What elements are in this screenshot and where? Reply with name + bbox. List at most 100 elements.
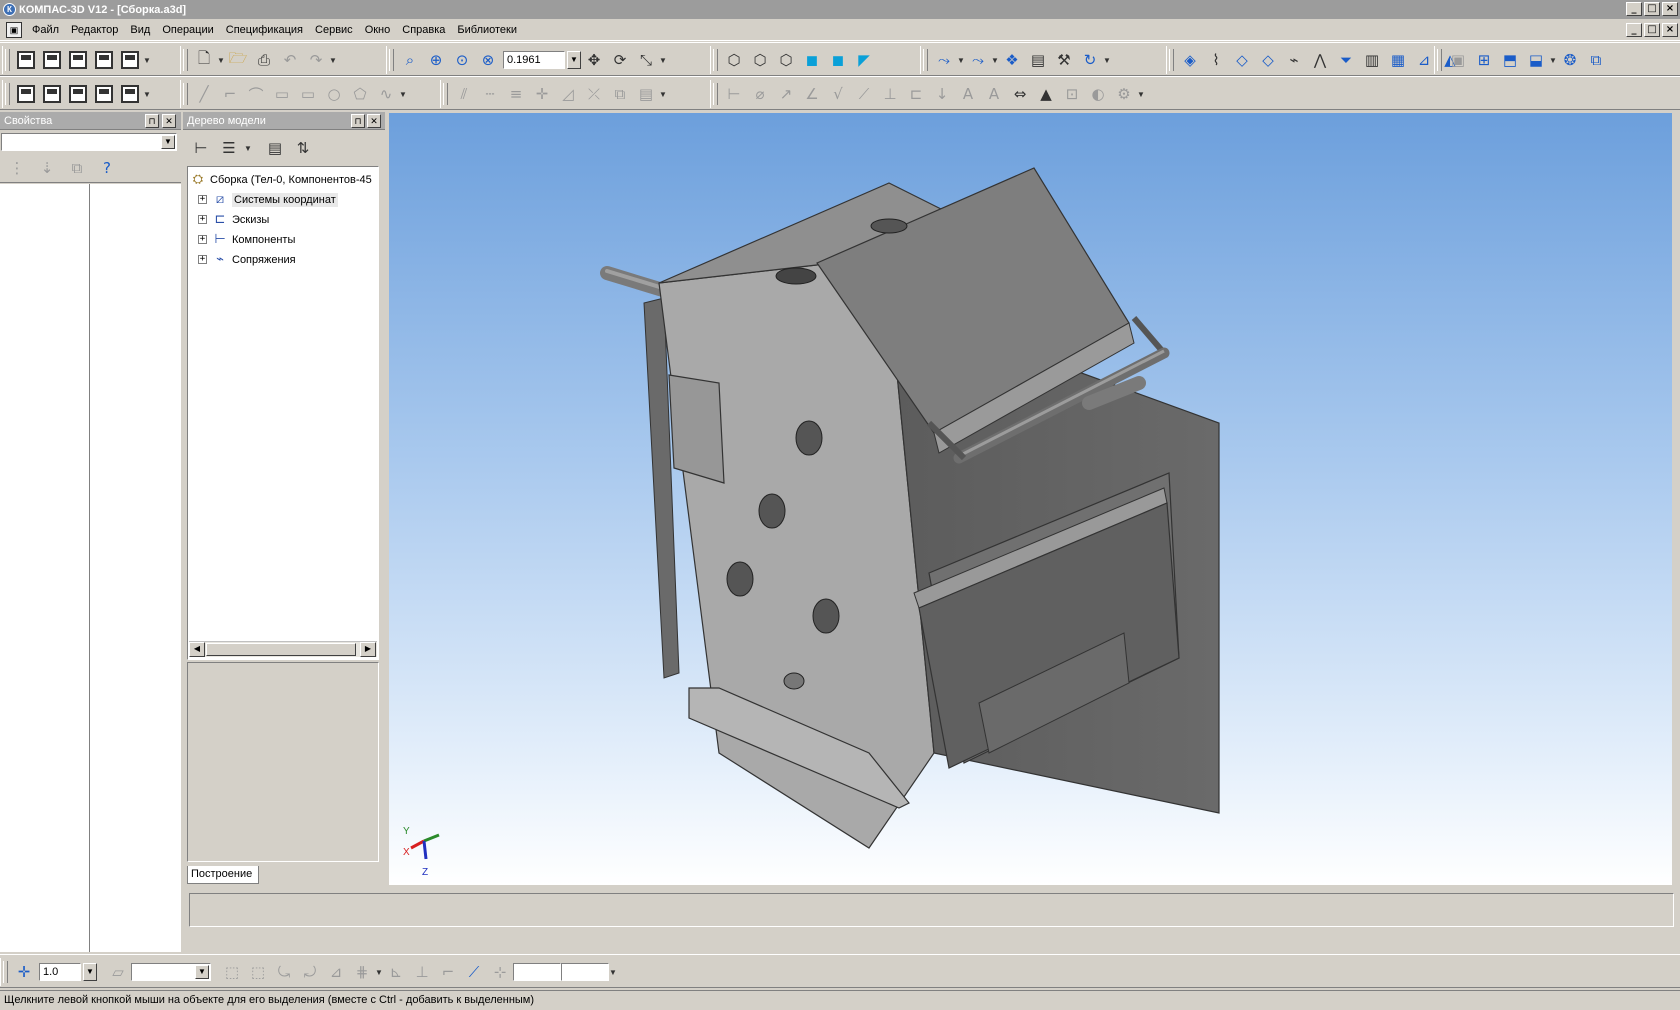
props-copy-icon[interactable]: ⧉ [64, 155, 90, 181]
scale-input[interactable]: 0.1961 [503, 51, 565, 69]
arrow-icon[interactable]: ↓ [929, 81, 955, 107]
chevron-down-icon[interactable]: ▼ [244, 144, 252, 153]
curves-icon[interactable]: ⌇ [1203, 47, 1229, 73]
expand-icon[interactable]: + [198, 235, 207, 244]
sort-icon[interactable]: ⇣ [34, 155, 60, 181]
layout-9-icon[interactable] [91, 81, 117, 107]
scroll-right-icon[interactable]: ▶ [360, 642, 376, 657]
spec-icon[interactable]: ▥ [1359, 47, 1385, 73]
cube-icon[interactable]: ⧉ [1583, 47, 1609, 73]
text-icon[interactable]: ▤ [633, 81, 659, 107]
chevron-down-icon[interactable]: ▼ [1137, 90, 1145, 99]
tree-item-components[interactable]: + ⊢ Компоненты [198, 230, 295, 249]
snap-icon[interactable]: ⟋ [461, 959, 487, 985]
bottom-tool-5-icon[interactable]: ⊿ [323, 959, 349, 985]
zoom-fit-icon[interactable]: ⊙ [449, 47, 475, 73]
surfaces-icon[interactable]: ◇ [1229, 47, 1255, 73]
view-arrow-icon[interactable]: A [981, 81, 1007, 107]
expand-icon[interactable]: + [198, 195, 207, 204]
chevron-down-icon[interactable]: ▼ [143, 90, 151, 99]
chevron-down-icon[interactable]: ▼ [195, 965, 209, 979]
rect-2-icon[interactable]: ▭ [295, 81, 321, 107]
undo-icon[interactable]: ↶ [277, 47, 303, 73]
doc-close-button[interactable]: × [1662, 23, 1678, 37]
snap-step-icon[interactable]: ✛ [11, 959, 37, 985]
layout-7-icon[interactable] [39, 81, 65, 107]
menu-file[interactable]: Файл [26, 20, 65, 40]
copy-icon[interactable]: ⧉ [607, 81, 633, 107]
diameter-icon[interactable]: ⌀ [747, 81, 773, 107]
add-component-icon[interactable]: ⊞ [1471, 47, 1497, 73]
layout-4-icon[interactable] [91, 47, 117, 73]
menu-window[interactable]: Окно [359, 20, 397, 40]
scroll-left-icon[interactable]: ◀ [189, 642, 205, 657]
expand-icon[interactable]: + [198, 215, 207, 224]
menu-view[interactable]: Вид [124, 20, 156, 40]
rotate-icon[interactable]: ⟳ [607, 47, 633, 73]
chamfer-icon[interactable]: ◿ [555, 81, 581, 107]
linear-dim-icon[interactable]: ⊢ [721, 81, 747, 107]
pin-icon[interactable]: ⊓ [351, 114, 365, 128]
pin-icon[interactable]: ⊓ [145, 114, 159, 128]
maximize-button[interactable]: □ [1644, 2, 1660, 16]
filter-1-icon[interactable]: ⤳ [931, 47, 957, 73]
doc-minimize-button[interactable]: _ [1626, 23, 1642, 37]
manager-icon[interactable]: ▤ [1025, 47, 1051, 73]
menu-help[interactable]: Справка [396, 20, 451, 40]
chevron-down-icon[interactable]: ▼ [217, 56, 225, 65]
dashed-icon[interactable]: ┄ [477, 81, 503, 107]
scroll-thumb[interactable] [206, 643, 356, 656]
chevron-down-icon[interactable]: ▼ [609, 968, 617, 977]
bottom-tool-1-icon[interactable]: ⬚ [219, 959, 245, 985]
tree-item-sketches[interactable]: + ⊏ Эскизы [198, 210, 269, 229]
step-input[interactable]: 1.0 [39, 963, 81, 981]
menu-service[interactable]: Сервис [309, 20, 359, 40]
filter-2-icon[interactable]: ⤳ [965, 47, 991, 73]
scale-dropdown-icon[interactable]: ▼ [567, 51, 581, 69]
layout-10-icon[interactable] [117, 81, 143, 107]
edit-assembly-icon[interactable]: ◈ [1177, 47, 1203, 73]
chevron-down-icon[interactable]: ▼ [399, 90, 407, 99]
offset-icon[interactable]: ⫽ [451, 81, 477, 107]
chevron-down-icon[interactable]: ▼ [991, 56, 999, 65]
line-icon[interactable]: ╱ [191, 81, 217, 107]
select-icon[interactable]: ❖ [999, 47, 1025, 73]
tree-list-icon[interactable]: ☰ [216, 135, 242, 161]
properties-combo[interactable]: ▼ [1, 133, 177, 151]
visibility-icon[interactable]: ◐ [1085, 81, 1111, 107]
halftone-icon[interactable]: ◼ [799, 47, 825, 73]
tree-root[interactable]: ⛭ Сборка (Тел-0, Компонентов-45 [190, 170, 372, 189]
angle-icon[interactable]: ∠ [799, 81, 825, 107]
ortho-icon[interactable]: ⊥ [409, 959, 435, 985]
halftone-edges-icon[interactable]: ◼ [825, 47, 851, 73]
doc-maximize-button[interactable]: □ [1644, 23, 1660, 37]
menu-specification[interactable]: Спецификация [220, 20, 309, 40]
chevron-down-icon[interactable]: ▼ [957, 56, 965, 65]
model-tree-close-icon[interactable]: ✕ [367, 114, 381, 128]
menu-operations[interactable]: Операции [156, 20, 219, 40]
hidden-lines-icon[interactable]: ⬡ [747, 47, 773, 73]
measure-icon[interactable]: ⋀ [1307, 47, 1333, 73]
tree-item-mates[interactable]: + ⌁ Сопряжения [198, 250, 296, 269]
circle-icon[interactable]: ○ [321, 81, 347, 107]
coord-y-field[interactable] [561, 963, 609, 981]
expand-icon[interactable]: + [198, 255, 207, 264]
zoom-in-icon[interactable]: ⊕ [423, 47, 449, 73]
bottom-tool-3-icon[interactable]: ⤿ [271, 959, 297, 985]
point-icon[interactable]: ✛ [529, 81, 555, 107]
rotate-component-icon[interactable]: ⬓ [1523, 47, 1549, 73]
menu-libraries[interactable]: Библиотеки [451, 20, 523, 40]
rectangle-icon[interactable]: ▭ [269, 81, 295, 107]
menu-editor[interactable]: Редактор [65, 20, 124, 40]
mates-toolbar-icon[interactable]: ⌁ [1281, 47, 1307, 73]
bottom-tool-4-icon[interactable]: ⤾ [297, 959, 323, 985]
document-icon[interactable]: ▣ [6, 22, 22, 38]
redo-icon[interactable]: ↷ [303, 47, 329, 73]
rebuild-icon[interactable]: ↻ [1077, 47, 1103, 73]
parts-icon[interactable]: ❂ [1557, 47, 1583, 73]
arc-icon[interactable]: ⌒ [243, 81, 269, 107]
categories-icon[interactable]: ⋮ [4, 155, 30, 181]
spline-icon[interactable]: ∿ [373, 81, 399, 107]
tree-view-icon[interactable]: ▤ [262, 135, 288, 161]
bottom-tool-2-icon[interactable]: ⬚ [245, 959, 271, 985]
